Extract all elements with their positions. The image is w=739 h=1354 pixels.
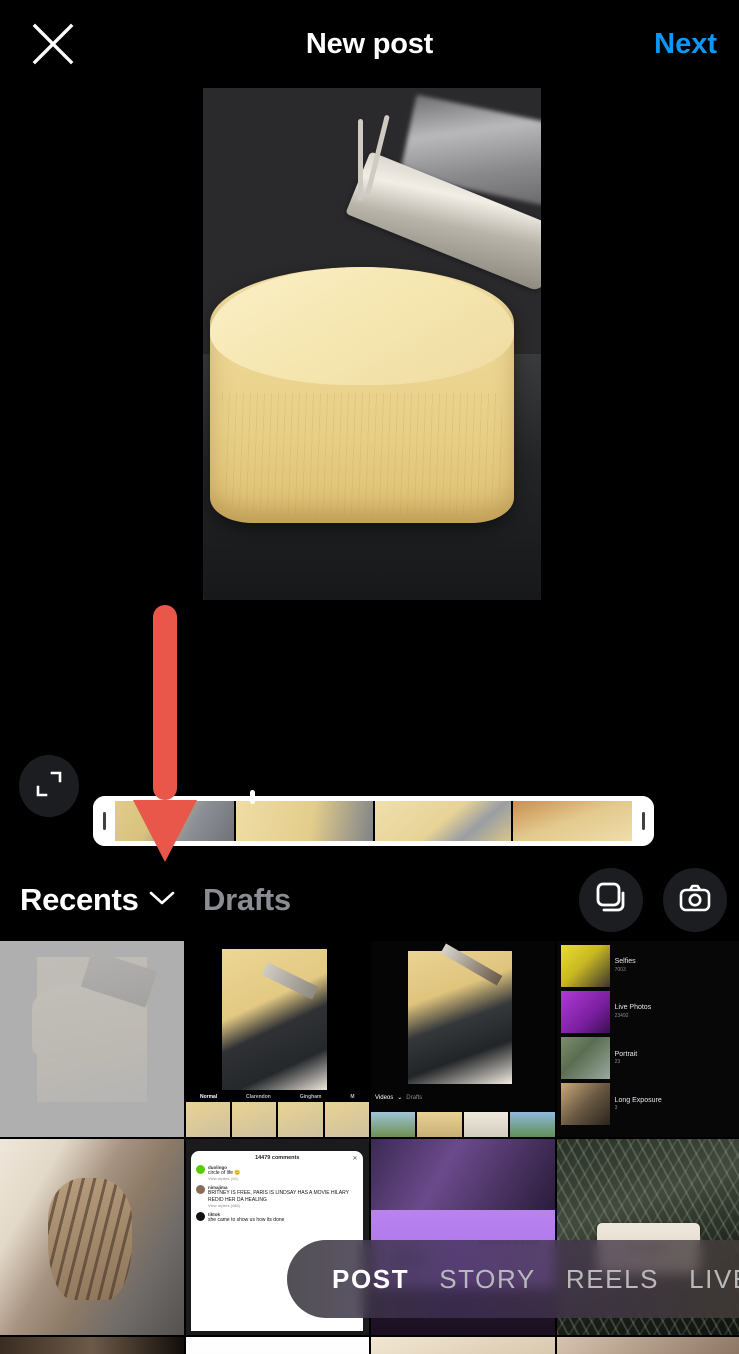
camera-icon [678,881,712,920]
chevron-down-icon: ⌄ [397,1095,403,1102]
expand-crop-icon [35,770,63,803]
next-button[interactable]: Next [654,0,717,88]
expand-crop-button[interactable] [19,755,79,817]
capture-mode-selector[interactable]: POST STORY REELS LIVE [287,1240,739,1318]
thumb-drafts-label: Drafts [406,1094,423,1101]
thumb-cheese-white[interactable] [0,941,184,1137]
album-name: Selfies [614,958,636,966]
thumb-album-label: Videos [375,1094,394,1101]
multi-select-icon [594,881,628,920]
thumb-row3-d[interactable] [556,1337,739,1354]
thumb-row3-b[interactable] [185,1337,369,1354]
trim-frame [512,801,649,841]
comment-meta: View replies (488) [208,1203,240,1209]
multi-select-button[interactable] [579,868,643,932]
mode-story[interactable]: STORY [439,1264,536,1295]
trim-handle-left[interactable] [93,796,115,846]
cheese-photo [203,88,541,600]
video-trimmer-filmstrip[interactable] [93,796,654,846]
mode-post[interactable]: POST [332,1264,409,1295]
thumb-row3-a[interactable] [0,1337,184,1354]
album-selector-label: Recents [20,882,139,917]
trim-frame [374,801,513,841]
thumb-cat-photo[interactable] [0,1139,184,1335]
chevron-down-icon [149,890,175,911]
trim-playhead[interactable] [250,790,255,804]
camera-button[interactable] [663,868,727,932]
album-selector-recents[interactable]: Recents [20,862,175,938]
mode-reels[interactable]: REELS [566,1264,659,1295]
album-count: 7003 [614,967,626,974]
drafts-tab[interactable]: Drafts [203,862,291,938]
media-preview-area [0,88,739,858]
filter-name: Clarendon [246,1093,271,1100]
thumb-albums-list[interactable]: Selfies 7003 Live Photos 23492 Portrait … [556,941,739,1137]
filter-name: Normal [199,1093,218,1100]
album-count: 23 [614,1059,621,1066]
selected-media-preview[interactable] [203,88,541,600]
filter-name: Gingham [299,1093,322,1100]
album-name: Live Photos [614,1004,652,1012]
page-title: New post [305,27,434,60]
album-count: 3 [614,1105,618,1112]
trim-frame [98,801,237,841]
comment-text: BRITNEY IS FREE, PARIS IS LINDSAY HAS A … [208,1190,349,1203]
top-header-bar: New post Next [0,0,739,88]
filter-name: M [350,1093,355,1100]
thumb-row3-c[interactable] [371,1337,555,1354]
comments-count: 14479 comments [255,1154,300,1161]
album-name: Portrait [614,1050,638,1058]
comment-meta: View replies (10) [208,1176,238,1182]
thumb-filter-screen[interactable]: Normal Clarendon Gingham M [185,941,369,1137]
album-count: 23492 [614,1013,629,1020]
mode-live[interactable]: LIVE [689,1264,739,1295]
comment-text: she came to show us how its done [208,1217,285,1224]
album-name: Long Exposure [614,1096,662,1104]
close-icon: ✕ [352,1155,358,1162]
thumb-videos-screen[interactable]: Videos ⌄ Drafts [371,941,555,1137]
trim-frame [236,801,375,841]
trim-handle-right[interactable] [632,796,654,846]
